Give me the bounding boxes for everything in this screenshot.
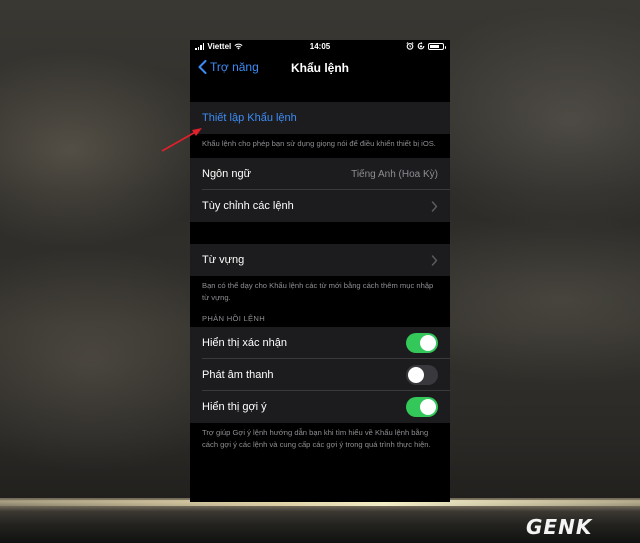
play-sound-label: Phát âm thanh — [202, 369, 274, 381]
genk-watermark-logo: GENK — [526, 515, 634, 539]
toggle-knob — [420, 335, 436, 351]
show-confirmation-cell: Hiển thị xác nhận — [190, 327, 450, 359]
show-hints-label: Hiển thị gợi ý — [202, 401, 267, 413]
language-label: Ngôn ngữ — [202, 168, 251, 180]
rotation-lock-icon — [417, 42, 425, 50]
show-hints-cell: Hiển thị gợi ý — [190, 391, 450, 423]
status-right-group — [406, 42, 446, 50]
alarm-icon — [406, 42, 414, 50]
settings-list: Thiết lập Khẩu lệnh Khẩu lệnh cho phép b… — [190, 84, 450, 459]
toggle-knob — [420, 399, 436, 415]
setup-voice-control-cell[interactable]: Thiết lập Khẩu lệnh — [190, 102, 450, 134]
hints-description: Trợ giúp Gợi ý lệnh hướng dẫn bạn khi tì… — [190, 423, 450, 459]
setup-description: Khẩu lệnh cho phép bạn sử dụng giọng nói… — [190, 134, 450, 158]
status-bar: Viettel 14:05 — [190, 40, 450, 54]
section-gap — [190, 222, 450, 244]
section-gap — [190, 84, 450, 102]
show-confirmation-toggle[interactable] — [406, 333, 438, 353]
setup-voice-control-link[interactable]: Thiết lập Khẩu lệnh — [202, 112, 297, 124]
chevron-right-icon — [431, 200, 438, 212]
play-sound-cell: Phát âm thanh — [190, 359, 450, 391]
language-value: Tiếng Anh (Hoa Kỳ) — [351, 168, 438, 180]
battery-fill — [430, 44, 439, 48]
feedback-section-header: PHẢN HỒI LỆNH — [190, 314, 450, 327]
navigation-bar: Trợ năng Khẩu lệnh — [190, 54, 450, 84]
battery-icon — [428, 42, 446, 50]
toggle-knob — [408, 367, 424, 383]
customize-commands-label: Tùy chỉnh các lệnh — [202, 200, 294, 212]
show-hints-toggle[interactable] — [406, 397, 438, 417]
chevron-right-icon — [431, 254, 438, 266]
vocabulary-description: Bạn có thể dạy cho Khẩu lệnh các từ mới … — [190, 276, 450, 314]
watermark-logo-text: GENK — [526, 515, 593, 539]
play-sound-toggle[interactable] — [406, 365, 438, 385]
language-cell[interactable]: Ngôn ngữ Tiếng Anh (Hoa Kỳ) — [190, 158, 450, 190]
vocabulary-label: Từ vựng — [202, 254, 245, 266]
page-title: Khẩu lệnh — [290, 61, 349, 75]
customize-commands-cell[interactable]: Tùy chỉnh các lệnh — [190, 190, 450, 222]
phone-screen: Viettel 14:05 Trợ năng Khẩu lệnh Thiết l… — [190, 40, 450, 502]
show-confirmation-label: Hiển thị xác nhận — [202, 337, 287, 349]
vocabulary-cell[interactable]: Từ vựng — [190, 244, 450, 276]
